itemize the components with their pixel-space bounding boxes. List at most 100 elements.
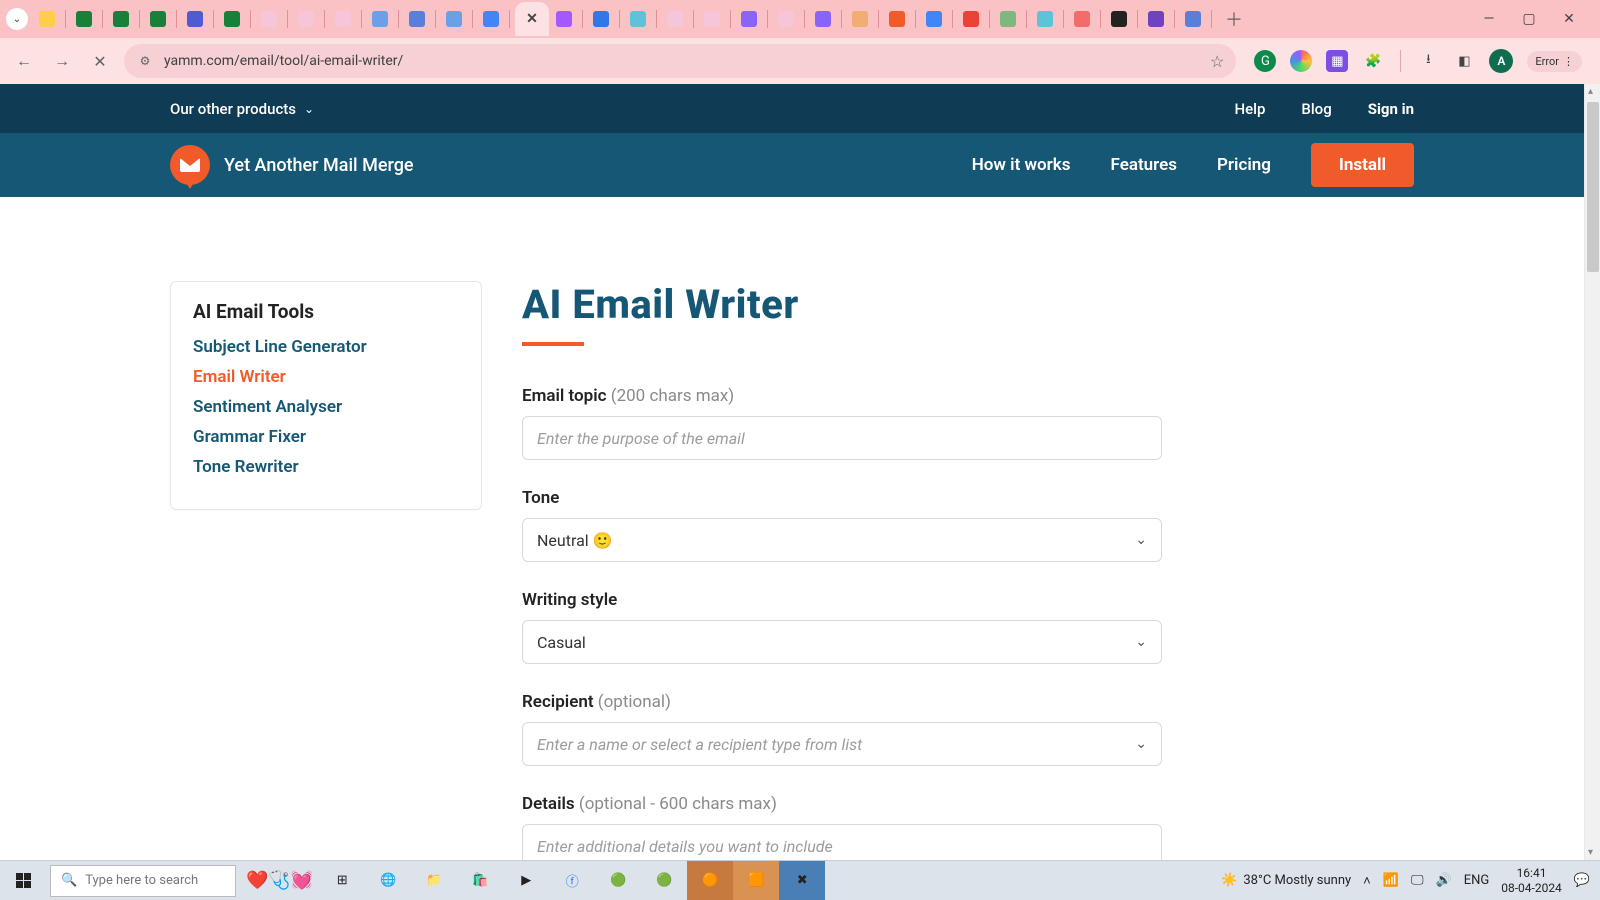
- tab-icon[interactable]: [630, 11, 646, 27]
- minimize-icon[interactable]: —: [1480, 11, 1498, 27]
- task-view-icon[interactable]: ⊞: [319, 861, 365, 900]
- taskbar-app-edge[interactable]: 🌐: [365, 861, 411, 900]
- close-window-icon[interactable]: ✕: [1560, 11, 1578, 27]
- tab-icon[interactable]: [1074, 11, 1090, 27]
- back-button[interactable]: ←: [10, 51, 38, 71]
- install-button[interactable]: Install: [1311, 143, 1414, 187]
- taskbar-app-youtube[interactable]: ▶: [503, 861, 549, 900]
- logo-icon: [170, 145, 210, 185]
- taskbar-widget-icon[interactable]: ❤️🩺💓: [240, 870, 319, 891]
- downloads-icon[interactable]: ⭳: [1417, 50, 1439, 72]
- tab-icon[interactable]: [76, 11, 92, 27]
- forward-button[interactable]: →: [48, 51, 76, 71]
- help-link[interactable]: Help: [1234, 100, 1265, 118]
- sidebar-item-sentiment-analyser[interactable]: Sentiment Analyser: [193, 397, 459, 417]
- active-tab[interactable]: ✕: [515, 2, 549, 36]
- tools-sidebar: AI Email Tools Subject Line Generator Em…: [170, 281, 482, 510]
- browser-error-chip[interactable]: Error ⋮: [1527, 51, 1582, 72]
- weather-widget[interactable]: ☀️ 38°C Mostly sunny: [1221, 873, 1351, 888]
- start-button[interactable]: [0, 861, 46, 900]
- tone-select[interactable]: Neutral 🙂 ⌄: [522, 518, 1162, 562]
- extension-icon[interactable]: G: [1254, 50, 1276, 72]
- tab-icon[interactable]: [1000, 11, 1016, 27]
- tab-icon[interactable]: [483, 11, 499, 27]
- details-input[interactable]: Enter additional details you want to inc…: [522, 824, 1162, 860]
- taskbar-app-blue[interactable]: ✖: [779, 861, 825, 900]
- tab-icon[interactable]: [372, 11, 388, 27]
- tab-icon[interactable]: [741, 11, 757, 27]
- profile-avatar[interactable]: A: [1489, 49, 1513, 73]
- vertical-scrollbar[interactable]: [1584, 84, 1600, 860]
- extension-icon[interactable]: [1290, 50, 1312, 72]
- brand-name: Yet Another Mail Merge: [224, 155, 414, 176]
- taskbar-app-chrome-2[interactable]: 🟢: [641, 861, 687, 900]
- writing-style-select[interactable]: Casual ⌄: [522, 620, 1162, 664]
- tab-icon[interactable]: [39, 11, 55, 27]
- main-navbar: Yet Another Mail Merge How it works Feat…: [0, 133, 1584, 197]
- tab-icon[interactable]: [815, 11, 831, 27]
- new-tab-button[interactable]: ＋: [1225, 6, 1243, 32]
- tab-icon[interactable]: [335, 11, 351, 27]
- address-bar[interactable]: ⚙ yamm.com/email/tool/ai-email-writer/ ☆: [124, 44, 1236, 78]
- brand-logo[interactable]: Yet Another Mail Merge: [170, 145, 414, 185]
- recipient-select[interactable]: Enter a name or select a recipient type …: [522, 722, 1162, 766]
- taskbar-app-active-2[interactable]: 🟧: [733, 861, 779, 900]
- sidebar-item-grammar-fixer[interactable]: Grammar Fixer: [193, 427, 459, 447]
- tab-icon[interactable]: [852, 11, 868, 27]
- tray-icon[interactable]: 🖵: [1411, 873, 1424, 888]
- maximize-icon[interactable]: ▢: [1520, 11, 1538, 27]
- taskbar-app-chrome[interactable]: 🟢: [595, 861, 641, 900]
- wifi-icon[interactable]: 📶: [1383, 873, 1399, 888]
- tab-icon[interactable]: [1148, 11, 1164, 27]
- tab-icon[interactable]: [261, 11, 277, 27]
- extension-icon[interactable]: ▦: [1326, 50, 1348, 72]
- chevron-down-icon: ⌄: [1135, 634, 1147, 650]
- tab-icon[interactable]: [926, 11, 942, 27]
- tab-icon[interactable]: [593, 11, 609, 27]
- taskbar-search[interactable]: 🔍 Type here to search: [50, 865, 236, 897]
- notifications-icon[interactable]: 💬: [1574, 873, 1590, 888]
- sidebar-item-subject-line-generator[interactable]: Subject Line Generator: [193, 337, 459, 357]
- site-settings-icon[interactable]: ⚙: [136, 54, 154, 68]
- tab-icon[interactable]: [187, 11, 203, 27]
- volume-icon[interactable]: 🔊: [1436, 873, 1452, 888]
- tab-icon[interactable]: [409, 11, 425, 27]
- tab-icon[interactable]: [889, 11, 905, 27]
- taskbar-app-store[interactable]: 🛍️: [457, 861, 503, 900]
- tab-icon[interactable]: [150, 11, 166, 27]
- sidebar-item-tone-rewriter[interactable]: Tone Rewriter: [193, 457, 459, 477]
- tab-icon[interactable]: [778, 11, 794, 27]
- taskbar-app-facebook[interactable]: ⓕ: [549, 861, 595, 900]
- nav-pricing[interactable]: Pricing: [1217, 155, 1271, 175]
- sidepanel-icon[interactable]: ◧: [1453, 50, 1475, 72]
- bookmark-star-icon[interactable]: ☆: [1210, 52, 1224, 71]
- tab-icon[interactable]: [556, 11, 572, 27]
- clock[interactable]: 16:41 08-04-2024: [1501, 866, 1562, 895]
- language-indicator[interactable]: ENG: [1464, 873, 1490, 888]
- tab-icon[interactable]: [963, 11, 979, 27]
- tab-icon[interactable]: [224, 11, 240, 27]
- taskbar-app-explorer[interactable]: 📁: [411, 861, 457, 900]
- sidebar-item-email-writer[interactable]: Email Writer: [193, 367, 459, 387]
- tray-chevron-icon[interactable]: ˄: [1363, 873, 1371, 889]
- signin-link[interactable]: Sign in: [1368, 100, 1414, 118]
- close-icon[interactable]: ✕: [526, 11, 538, 27]
- email-topic-input[interactable]: Enter the purpose of the email: [522, 416, 1162, 460]
- tab-icon[interactable]: [667, 11, 683, 27]
- extensions-menu-icon[interactable]: 🧩: [1362, 50, 1384, 72]
- tabs-dropdown-icon[interactable]: ⌄: [6, 8, 28, 30]
- nav-features[interactable]: Features: [1111, 155, 1178, 175]
- url-text: yamm.com/email/tool/ai-email-writer/: [164, 53, 403, 69]
- tab-icon[interactable]: [298, 11, 314, 27]
- nav-how-it-works[interactable]: How it works: [972, 155, 1071, 175]
- other-products-menu[interactable]: Our other products ⌄: [170, 100, 314, 118]
- tab-icon[interactable]: [113, 11, 129, 27]
- tab-icon[interactable]: [1185, 11, 1201, 27]
- blog-link[interactable]: Blog: [1301, 100, 1331, 118]
- tab-icon[interactable]: [1037, 11, 1053, 27]
- tab-icon[interactable]: [704, 11, 720, 27]
- taskbar-app-active-1[interactable]: 🟠: [687, 861, 733, 900]
- tab-icon[interactable]: [446, 11, 462, 27]
- stop-reload-button[interactable]: ✕: [86, 52, 114, 71]
- tab-icon[interactable]: [1111, 11, 1127, 27]
